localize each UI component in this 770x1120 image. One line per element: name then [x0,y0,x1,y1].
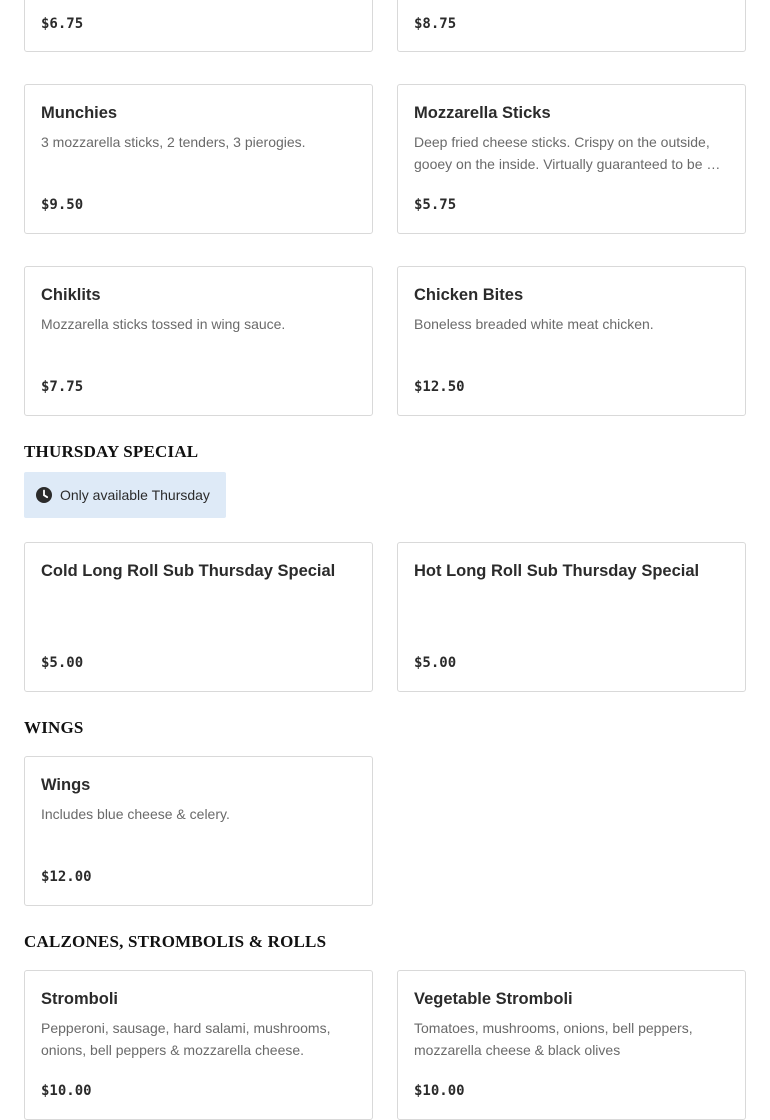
item-price: $12.50 [414,379,465,395]
item-description: 3 mozzarella sticks, 2 tenders, 3 pierog… [41,134,306,150]
item-name: Hot Long Roll Sub Thursday Special [414,562,700,580]
item-name: Chiklits [41,286,101,304]
section-title-thursday-special: THURSDAY SPECIAL [24,442,199,461]
item-name: Vegetable Stromboli [414,990,573,1008]
item-name: Mozzarella Sticks [414,104,551,122]
menu-item-card-cold-long-roll-sub[interactable]: Cold Long Roll Sub Thursday Special $5.0… [24,542,373,692]
item-name: Stromboli [41,990,118,1008]
item-description: Mozzarella sticks tossed in wing sauce. [41,316,286,332]
item-price: $5.00 [414,655,457,671]
item-price: $5.75 [414,197,457,213]
clock-icon [36,487,52,503]
item-description: Boneless breaded white meat chicken. [414,316,654,332]
menu-item-card-chiklits[interactable]: Chiklits Mozzarella sticks tossed in win… [24,266,373,416]
menu-item-card-hot-long-roll-sub[interactable]: Hot Long Roll Sub Thursday Special $5.00 [397,542,746,692]
menu-item-card-mozzarella-sticks[interactable]: Mozzarella Sticks Deep fried cheese stic… [397,84,746,234]
item-price: $8.75 [414,16,457,32]
item-price: $5.00 [41,655,84,671]
menu-item-card-wings[interactable]: Wings Includes blue cheese & celery. $12… [24,756,373,906]
item-price: $7.75 [41,379,84,395]
item-name: Cold Long Roll Sub Thursday Special [41,562,336,580]
menu-item-card-chicken-bites[interactable]: Chicken Bites Boneless breaded white mea… [397,266,746,416]
item-name: Munchies [41,104,118,122]
availability-text: Only available Thursday [60,487,210,503]
item-description: Pepperoni, sausage, hard salami, mushroo… [41,1020,331,1058]
item-price: $10.00 [41,1083,92,1099]
menu-item-card-munchies[interactable]: Munchies 3 mozzarella sticks, 2 tenders,… [24,84,373,234]
item-price: $10.00 [414,1083,465,1099]
item-price: $9.50 [41,197,84,213]
item-description: Tomatoes, mushrooms, onions, bell pepper… [414,1020,693,1058]
menu-item-card[interactable]: $8.75 [397,0,746,52]
item-name: Chicken Bites [414,286,524,304]
menu-item-card-vegetable-stromboli[interactable]: Vegetable Stromboli Tomatoes, mushrooms,… [397,970,746,1120]
menu-item-card[interactable]: $6.75 [24,0,373,52]
section-title-calzones: CALZONES, STROMBOLIS & ROLLS [24,932,327,951]
item-description: Deep fried cheese sticks. Crispy on the … [414,134,721,172]
item-description: Includes blue cheese & celery. [41,806,230,822]
menu-item-card-stromboli[interactable]: Stromboli Pepperoni, sausage, hard salam… [24,970,373,1120]
item-name: Wings [41,776,91,794]
section-title-wings: WINGS [24,718,84,737]
item-price: $6.75 [41,16,84,32]
item-price: $12.00 [41,869,92,885]
availability-badge: Only available Thursday [24,472,226,518]
